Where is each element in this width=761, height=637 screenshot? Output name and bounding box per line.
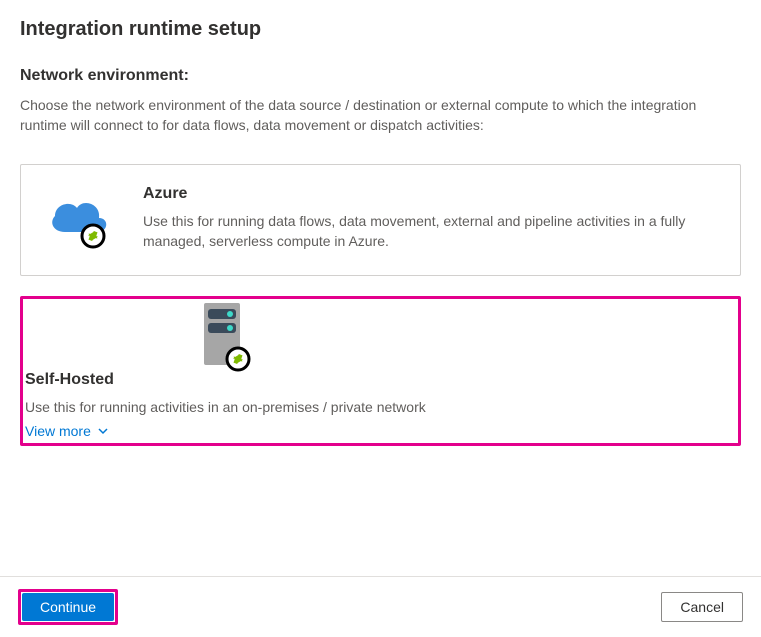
- section-description: Choose the network environment of the da…: [20, 95, 740, 136]
- option-card-azure[interactable]: Azure Use this for running data flows, d…: [20, 164, 741, 276]
- cloud-icon: [43, 185, 113, 255]
- option-card-title: Azure: [143, 185, 710, 203]
- cancel-button[interactable]: Cancel: [661, 592, 743, 622]
- option-card-description: Use this for running data flows, data mo…: [143, 211, 710, 252]
- option-card-title: Self-Hosted: [25, 371, 426, 389]
- chevron-down-icon: [97, 425, 109, 437]
- option-card-list: Azure Use this for running data flows, d…: [20, 164, 741, 446]
- section-heading: Network environment:: [20, 67, 741, 85]
- server-icon: [25, 301, 426, 371]
- view-more-link[interactable]: View more: [25, 423, 109, 439]
- continue-button[interactable]: Continue: [22, 593, 114, 621]
- dialog-footer: Continue Cancel: [0, 576, 761, 637]
- option-card-description: Use this for running activities in an on…: [25, 397, 426, 417]
- page-title: Integration runtime setup: [20, 18, 741, 41]
- option-card-self-hosted[interactable]: Self-Hosted Use this for running activit…: [20, 296, 741, 446]
- continue-button-highlight: Continue: [18, 589, 118, 625]
- view-more-label: View more: [25, 423, 91, 439]
